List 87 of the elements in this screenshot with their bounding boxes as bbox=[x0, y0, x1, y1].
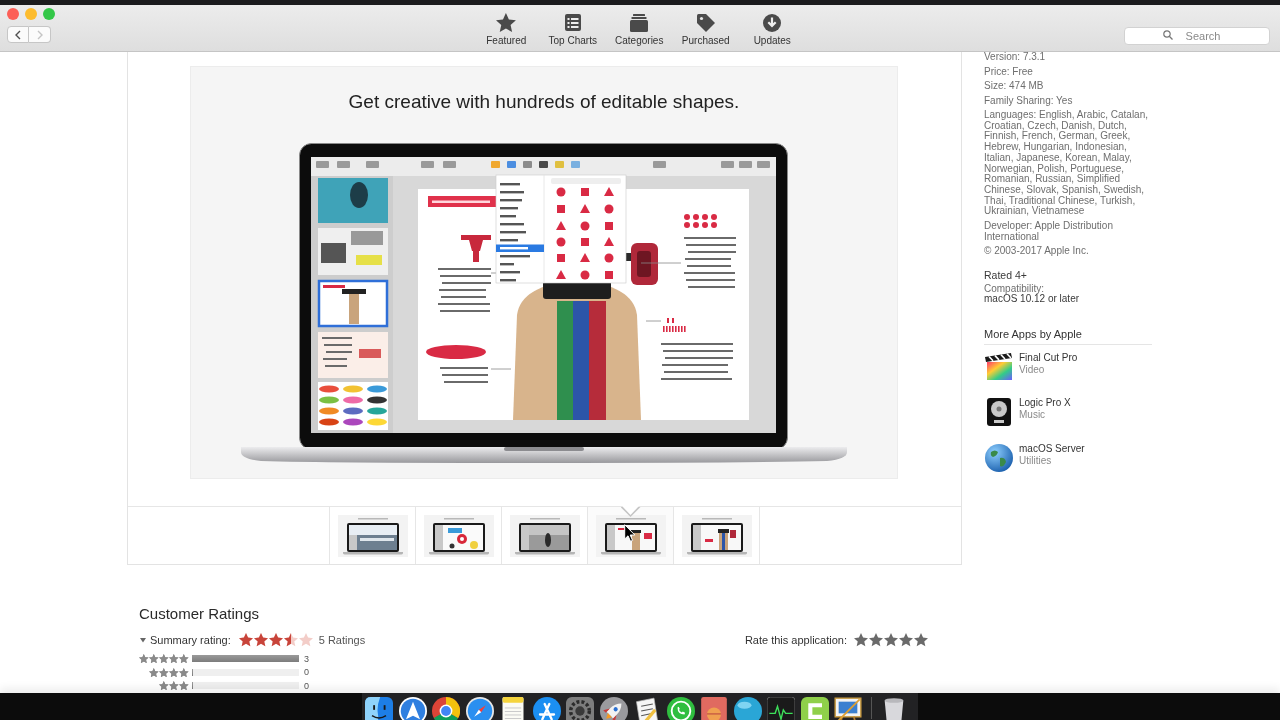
chevron-left-icon bbox=[15, 29, 21, 40]
promo-caption: Get creative with hundreds of editable shapes. bbox=[348, 91, 740, 113]
star-icon[interactable] bbox=[914, 633, 928, 647]
star-icon bbox=[179, 654, 189, 664]
rating-count: 0 bbox=[304, 667, 309, 678]
gear-icon[interactable] bbox=[566, 697, 594, 720]
star-icon bbox=[159, 654, 169, 664]
presentation-icon[interactable] bbox=[834, 697, 862, 720]
toolbar-tab[interactable]: Categories bbox=[606, 5, 673, 51]
app-info-text: Family Sharing: Yes bbox=[984, 95, 1074, 107]
arc-tile-icon[interactable] bbox=[800, 697, 829, 720]
star-icon bbox=[298, 633, 313, 647]
back-button[interactable] bbox=[7, 26, 29, 43]
app-name-link[interactable]: Logic Pro X bbox=[1019, 397, 1071, 410]
chevron-right-icon bbox=[36, 29, 43, 40]
app-info-text: Version: 7.3.1 bbox=[984, 52, 1047, 63]
toolbar-tab[interactable]: Featured bbox=[473, 5, 540, 51]
star-icon bbox=[159, 681, 169, 691]
app-info-text: Languages: English, Arabic, Catalan, Croatian, Czech, Danish, Dutch, Finnish, French, German, Greek, Hebrew, Hungarian, Indonesian, Italian, Japanese, Korean, Malay, Norwegian, Polish, Portuguese, Romanian, Russian, Simplified Chinese, Slovak, Spanish, Swedish, Thai, Traditional Chinese, Turkish, Ukrainian, Vietnamese bbox=[984, 110, 1149, 218]
download-icon bbox=[762, 13, 783, 33]
stack-icon bbox=[629, 13, 650, 33]
globe-icon bbox=[984, 442, 1014, 473]
face-tile-icon[interactable] bbox=[365, 697, 393, 720]
star-icon bbox=[149, 667, 159, 677]
section-title: More Apps by Apple bbox=[984, 327, 1152, 345]
list-icon bbox=[562, 13, 583, 33]
tricolor-ring-icon[interactable] bbox=[432, 697, 460, 720]
star-icon bbox=[238, 633, 253, 647]
app-info-text: Developer: Apple Distribution International bbox=[984, 220, 1114, 243]
compatibility-label: Compatibility: bbox=[984, 283, 1046, 295]
app-category: Music bbox=[1019, 409, 1047, 422]
star-icon bbox=[159, 667, 169, 677]
star-icon bbox=[253, 633, 268, 647]
screenshot-tab[interactable] bbox=[673, 507, 760, 564]
laptop-thumbnail bbox=[681, 514, 752, 557]
star-icon bbox=[496, 13, 517, 33]
app-info-text: Price: Free bbox=[984, 66, 1034, 78]
a-shape-icon[interactable] bbox=[532, 697, 561, 720]
app-category: Video bbox=[1019, 363, 1046, 376]
app-category: Utilities bbox=[1019, 454, 1053, 467]
toolbar-tab[interactable]: Updates bbox=[739, 5, 806, 51]
age-rating: Rated 4+ bbox=[984, 268, 1028, 281]
summary-label: Summary rating: bbox=[150, 634, 231, 646]
rocket-icon[interactable] bbox=[599, 697, 628, 720]
search-icon bbox=[1163, 30, 1173, 40]
ratings-count: 5 Ratings bbox=[318, 634, 366, 646]
star-icon bbox=[149, 654, 159, 664]
star-icon[interactable] bbox=[854, 633, 868, 647]
search-field[interactable]: Search bbox=[1124, 27, 1270, 45]
app-info-text: Size: 474 MB bbox=[984, 81, 1045, 92]
navigation-arrow-icon[interactable] bbox=[398, 697, 427, 720]
star-icon[interactable] bbox=[899, 633, 913, 647]
section-title: Customer Ratings bbox=[139, 605, 261, 623]
star-icon bbox=[169, 654, 179, 664]
window-control-button[interactable] bbox=[7, 8, 19, 20]
app-name-link[interactable]: macOS Server bbox=[1019, 442, 1085, 455]
star-icon bbox=[169, 681, 179, 691]
rating-count: 3 bbox=[304, 653, 309, 664]
laptop-thumbnail bbox=[337, 514, 408, 557]
star-icon[interactable] bbox=[869, 633, 883, 647]
compatibility-value: macOS 10.12 or later bbox=[984, 294, 1081, 305]
compass-icon[interactable] bbox=[465, 697, 494, 720]
laptop-thumbnail bbox=[509, 514, 580, 557]
star-icon bbox=[179, 681, 189, 691]
star-icon bbox=[283, 633, 298, 647]
rate-label: Rate this application: bbox=[744, 634, 847, 646]
pointer-cursor-icon bbox=[624, 524, 636, 542]
toolbar-tab[interactable]: Top Charts bbox=[539, 5, 606, 51]
rating-count: 0 bbox=[304, 680, 309, 691]
screenshot-tab[interactable] bbox=[587, 507, 673, 564]
star-icon bbox=[169, 667, 179, 677]
star-icon bbox=[179, 667, 189, 677]
pulse-monitor-icon[interactable] bbox=[767, 697, 795, 720]
star-icon bbox=[139, 654, 149, 664]
clapperboard-icon bbox=[984, 351, 1014, 382]
tag-icon bbox=[695, 13, 716, 33]
laptop-thumbnail bbox=[595, 514, 666, 557]
star-icon[interactable] bbox=[884, 633, 898, 647]
disclosure-triangle-icon[interactable] bbox=[140, 637, 146, 643]
toolbar-tab[interactable]: Purchased bbox=[672, 5, 739, 51]
app-info-text: © 2003-2017 Apple Inc. bbox=[984, 246, 1090, 257]
laptop-thumbnail bbox=[423, 514, 494, 557]
speaker-icon bbox=[984, 397, 1014, 428]
app-name-link[interactable]: Final Cut Pro bbox=[1019, 351, 1078, 364]
paper-pencil-icon[interactable] bbox=[633, 697, 661, 720]
phone-bubble-icon[interactable] bbox=[666, 697, 695, 720]
star-icon bbox=[268, 633, 283, 647]
